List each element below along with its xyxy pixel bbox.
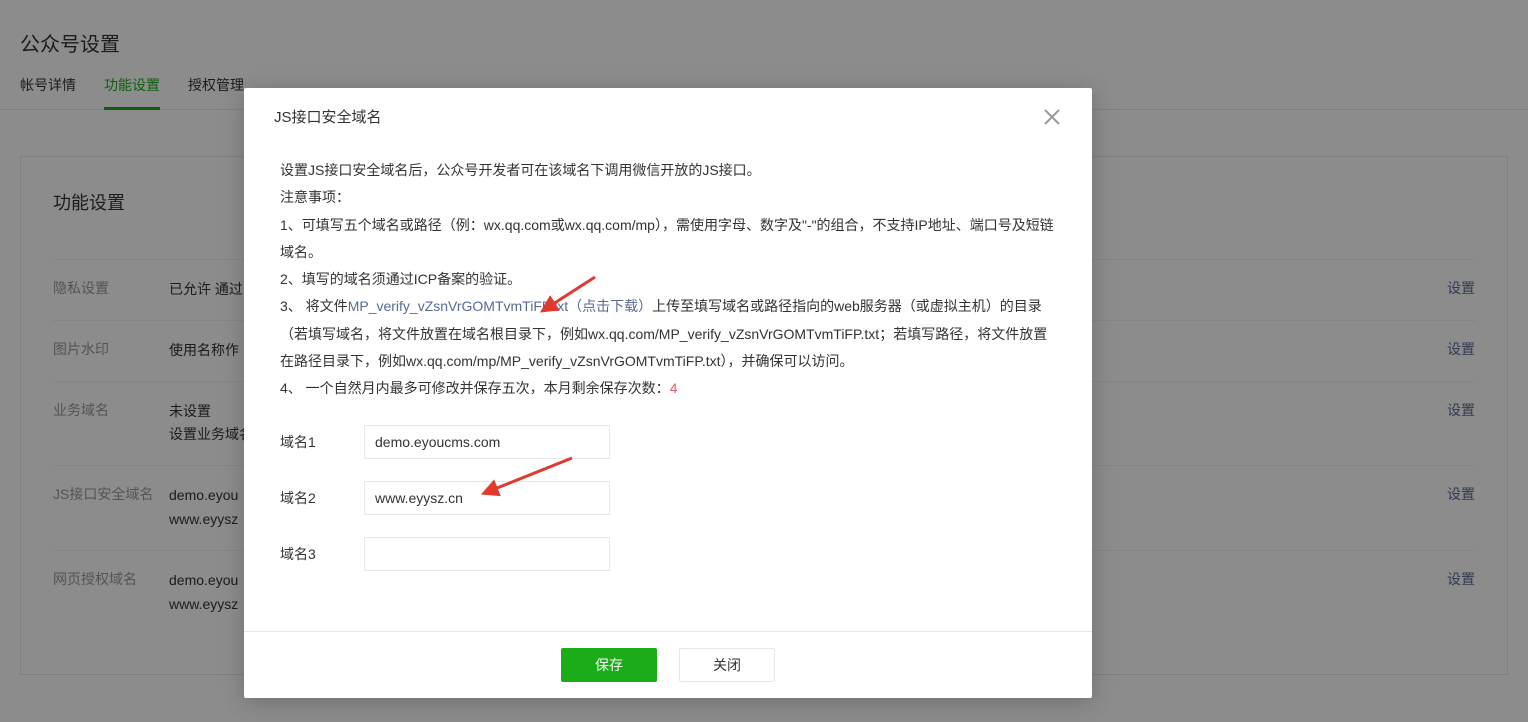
dialog-footer: 保存 关闭 xyxy=(244,631,1092,698)
dialog-title: JS接口安全域名 xyxy=(274,106,382,127)
notice-4-count: 4 xyxy=(670,380,678,396)
notice-3: 3、 将文件MP_verify_vZsnVrGOMTvmTiFP.txt（点击下… xyxy=(280,293,1056,375)
notice-1: 1、可填写五个域名或路径（例：wx.qq.com或wx.qq.com/mp），需… xyxy=(280,212,1056,267)
domain-label: 域名1 xyxy=(280,432,364,452)
download-link[interactable]: MP_verify_vZsnVrGOMTvmTiFP.txt（点击下载） xyxy=(348,298,652,314)
domain-label: 域名3 xyxy=(280,544,364,564)
save-button[interactable]: 保存 xyxy=(561,648,657,682)
domain-row-2: 域名2 xyxy=(280,481,1056,515)
notice-head: 注意事项： xyxy=(280,184,1056,211)
notice-4a: 4、 一个自然月内最多可修改并保存五次，本月剩余保存次数： xyxy=(280,380,670,396)
domain-input-1[interactable] xyxy=(364,425,610,459)
domain-row-3: 域名3 xyxy=(280,537,1056,571)
domain-input-3[interactable] xyxy=(364,537,610,571)
dialog-header: JS接口安全域名 xyxy=(244,88,1092,145)
notice-4: 4、 一个自然月内最多可修改并保存五次，本月剩余保存次数：4 xyxy=(280,375,1056,402)
close-icon[interactable] xyxy=(1042,107,1062,127)
domain-form: 域名1 域名2 域名3 xyxy=(280,425,1056,571)
domain-label: 域名2 xyxy=(280,488,364,508)
notice-intro: 设置JS接口安全域名后，公众号开发者可在该域名下调用微信开放的JS接口。 xyxy=(280,157,1056,184)
dialog-notice: 设置JS接口安全域名后，公众号开发者可在该域名下调用微信开放的JS接口。 注意事… xyxy=(280,157,1056,403)
notice-2: 2、填写的域名须通过ICP备案的验证。 xyxy=(280,266,1056,293)
domain-row-1: 域名1 xyxy=(280,425,1056,459)
dialog-body: 设置JS接口安全域名后，公众号开发者可在该域名下调用微信开放的JS接口。 注意事… xyxy=(244,145,1092,631)
dialog-js-domain: JS接口安全域名 设置JS接口安全域名后，公众号开发者可在该域名下调用微信开放的… xyxy=(244,88,1092,698)
notice-3a: 3、 将文件 xyxy=(280,298,348,314)
close-button[interactable]: 关闭 xyxy=(679,648,775,682)
domain-input-2[interactable] xyxy=(364,481,610,515)
